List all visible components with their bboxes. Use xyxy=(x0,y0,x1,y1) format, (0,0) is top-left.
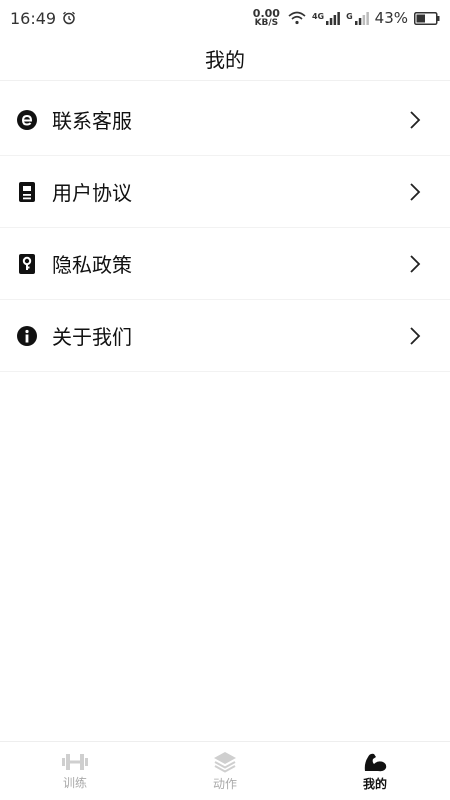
nav-label: 我的 xyxy=(362,776,387,791)
wifi-icon xyxy=(288,11,306,25)
menu-item-label: 用户协议 xyxy=(52,181,132,205)
battery-percent: 43% xyxy=(374,9,408,27)
header-divider xyxy=(0,80,450,81)
status-right: 0.00 KB/S 4G G 43% xyxy=(253,8,440,28)
settings-menu: 联系客服 用户协议 隐私政策 关于我们 xyxy=(0,84,450,372)
chevron-right-icon xyxy=(410,182,421,201)
customer-service-icon xyxy=(16,109,38,131)
page-header: 我的 xyxy=(0,36,450,80)
nav-label: 训练 xyxy=(62,775,87,790)
status-time: 16:49 xyxy=(10,8,57,28)
status-bar: 16:49 0.00 KB/S 4G G 43% xyxy=(0,0,450,36)
network-speed: 0.00 KB/S xyxy=(253,8,280,28)
signal-bars-2-icon xyxy=(354,12,369,25)
alarm-icon xyxy=(63,11,76,25)
network-speed-unit: KB/S xyxy=(254,18,279,28)
menu-item-privacy-policy[interactable]: 隐私政策 xyxy=(0,228,450,300)
battery-icon xyxy=(414,11,440,25)
menu-item-label: 隐私政策 xyxy=(52,253,132,277)
nav-item-mine[interactable]: 我的 xyxy=(315,751,435,792)
menu-item-label: 联系客服 xyxy=(52,109,132,133)
nav-item-training[interactable]: 训练 xyxy=(15,752,135,791)
info-icon xyxy=(16,325,38,347)
chevron-right-icon xyxy=(410,110,421,129)
bottom-nav: 训练 动作 我的 xyxy=(0,742,450,800)
menu-item-customer-service[interactable]: 联系客服 xyxy=(0,84,450,156)
chevron-right-icon xyxy=(410,326,421,345)
nav-label: 动作 xyxy=(212,776,237,791)
signal-g-label: G xyxy=(346,12,353,21)
chevron-right-icon xyxy=(410,254,421,273)
muscle-arm-icon xyxy=(364,753,387,771)
key-lock-icon xyxy=(16,253,38,275)
status-left: 16:49 xyxy=(10,9,76,28)
page-title: 我的 xyxy=(205,47,245,72)
signal-bars-icon xyxy=(326,12,340,25)
dumbbell-icon xyxy=(62,753,88,770)
menu-item-label: 关于我们 xyxy=(52,325,132,349)
layers-icon xyxy=(214,751,236,773)
screen: 16:49 0.00 KB/S 4G G 43% 我的 联系客服 用户协议 隐私… xyxy=(0,0,450,800)
menu-item-about-us[interactable]: 关于我们 xyxy=(0,300,450,372)
document-icon xyxy=(16,181,38,203)
nav-item-actions[interactable]: 动作 xyxy=(165,751,285,792)
signal-4g-label: 4G xyxy=(311,12,325,21)
menu-item-user-agreement[interactable]: 用户协议 xyxy=(0,156,450,228)
